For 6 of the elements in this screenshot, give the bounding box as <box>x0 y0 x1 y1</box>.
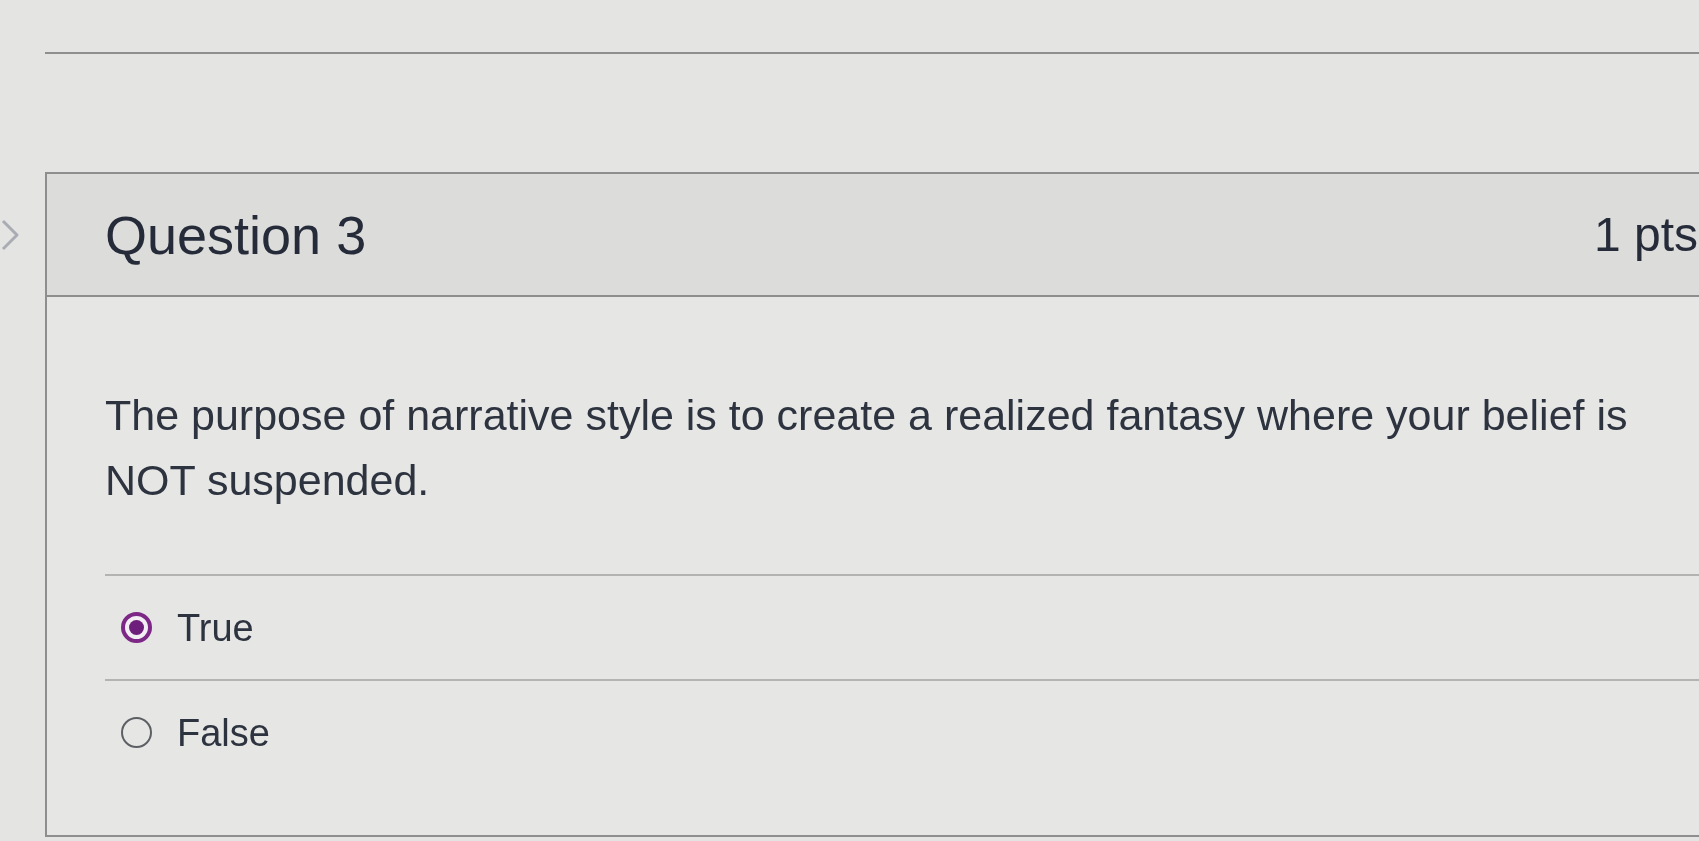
answer-label[interactable]: True <box>177 608 254 647</box>
answer-label[interactable]: False <box>177 713 270 752</box>
radio-button[interactable] <box>121 612 152 643</box>
question-text: The purpose of narrative style is to create a realized fantasy where your belief is NOT suspended. <box>105 390 1629 506</box>
points-label: 1 pts <box>1593 210 1698 259</box>
radio-button[interactable] <box>121 717 152 748</box>
